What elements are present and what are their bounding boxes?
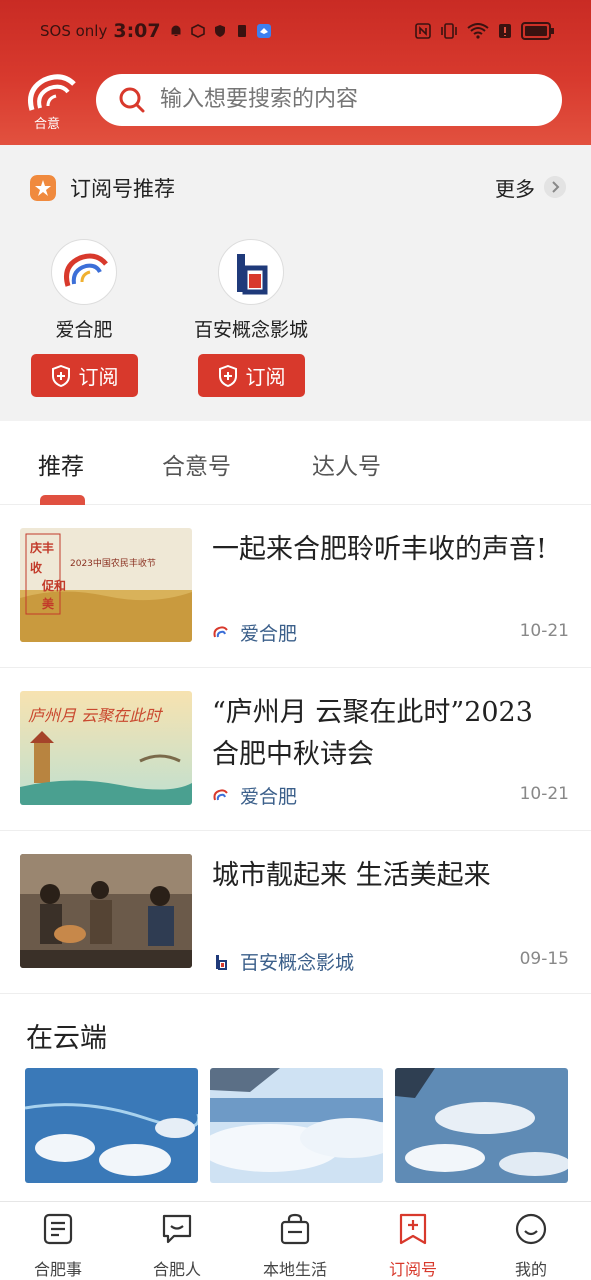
nav-local-life[interactable]: 本地生活 [245, 1212, 345, 1280]
subscribe-icon [399, 1213, 427, 1245]
logo-text: 合意 [34, 117, 61, 132]
mid-autumn-image: 庐州月 云聚在此时 [20, 691, 192, 805]
svg-text:庐州月 云聚在此时: 庐州月 云聚在此时 [28, 706, 163, 725]
nav-subscriptions[interactable]: 订阅号 [363, 1212, 463, 1280]
aihefei-small-icon [213, 625, 228, 637]
search-bar[interactable] [96, 74, 562, 126]
search-input[interactable] [160, 74, 540, 126]
account-avatar[interactable] [51, 239, 117, 305]
baian-logo-icon [237, 254, 268, 295]
aihefei-small-icon [213, 788, 228, 800]
article-item[interactable]: 庆丰 收 促和 美 2023中国农民丰收节 一起来合肥聆听丰收的声音! 爱合肥 … [0, 505, 591, 668]
source-name: 爱合肥 [240, 786, 298, 808]
source-name: 爱合肥 [240, 623, 298, 645]
account-name: 爱合肥 [55, 319, 113, 341]
feed: 推荐 合意号 达人号 庆丰 收 促和 美 2023中国农民丰收节 一起来合肥聆听… [0, 421, 591, 1201]
harvest-image: 庆丰 收 促和 美 2023中国农民丰收节 [20, 528, 192, 642]
recommend-title: 订阅号推荐 [70, 177, 175, 201]
nav-label: 合肥事 [33, 1260, 82, 1279]
tab-recommend[interactable]: 推荐 [38, 447, 84, 481]
chat-icon [162, 1214, 192, 1244]
baian-small-icon [216, 954, 227, 970]
article-title[interactable]: “庐州月 云聚在此时”2023合肥中秋诗会 [212, 692, 552, 776]
article-date: 10-21 [519, 621, 569, 641]
clock: 3:07 [113, 20, 161, 42]
shield-icon [214, 25, 225, 37]
news-icon [43, 1213, 73, 1245]
article-thumbnail[interactable] [20, 854, 192, 968]
nav-hefei-news[interactable]: 合肥事 [8, 1212, 108, 1280]
nav-mine[interactable]: 我的 [481, 1212, 581, 1280]
carrier-label: SOS only [40, 22, 108, 40]
sim-icon [237, 25, 246, 37]
tab-daren[interactable]: 达人号 [312, 447, 381, 481]
app-header: SOS only 3:07 合意 [0, 0, 591, 145]
svg-text:2023中国农民丰收节: 2023中国农民丰收节 [70, 557, 156, 569]
street-music-image [20, 854, 192, 968]
article-item[interactable]: 城市靓起来 生活美起来 百安概念影城 09-15 [0, 831, 591, 994]
aihefei-logo-icon [64, 253, 108, 287]
more-link[interactable]: 更多 [495, 173, 535, 202]
wifi-icon [467, 23, 489, 39]
article-thumbnail[interactable]: 庐州月 云聚在此时 [20, 691, 192, 805]
cloud-image[interactable] [210, 1068, 383, 1183]
svg-text:收: 收 [30, 560, 42, 575]
nfc-icon [415, 23, 431, 39]
svg-text:庆丰: 庆丰 [29, 540, 54, 555]
bell-icon [171, 25, 181, 36]
subscribe-button[interactable]: 订阅 [31, 354, 138, 397]
active-tab-indicator [40, 495, 85, 505]
svg-text:美: 美 [42, 596, 55, 611]
article-thumbnail[interactable]: 庆丰 收 促和 美 2023中国农民丰收节 [20, 528, 192, 642]
plus-shield-icon [218, 364, 237, 387]
article-source[interactable]: 爱合肥 [212, 619, 297, 646]
nav-label: 订阅号 [388, 1260, 437, 1279]
status-bar: SOS only 3:07 [0, 14, 591, 54]
bag-icon [280, 1213, 310, 1245]
aerial-photo [25, 1068, 198, 1183]
nav-label: 本地生活 [262, 1260, 327, 1279]
account-avatar[interactable] [218, 239, 284, 305]
nav-label: 合肥人 [152, 1260, 201, 1279]
package-icon [190, 24, 205, 38]
bird-app-icon [256, 24, 271, 38]
smile-icon [515, 1213, 547, 1245]
article-item[interactable]: 庐州月 云聚在此时 “庐州月 云聚在此时”2023合肥中秋诗会 爱合肥 10-2… [0, 668, 591, 831]
aerial-photo [210, 1068, 383, 1183]
alert-icon [499, 24, 511, 38]
bottom-nav: 合肥事 合肥人 本地生活 订阅号 我的 [0, 1201, 591, 1280]
star-badge-icon [30, 175, 56, 201]
nav-label: 我的 [514, 1260, 547, 1279]
tab-heyi[interactable]: 合意号 [162, 447, 231, 481]
article-title[interactable]: 城市靓起来 生活美起来 [212, 855, 552, 897]
account-card[interactable]: 百安概念影城 [181, 239, 321, 342]
subscribe-button[interactable]: 订阅 [198, 354, 305, 397]
article-date: 10-21 [519, 784, 569, 804]
tab-bar: 推荐 合意号 达人号 [0, 421, 591, 505]
svg-text:促和: 促和 [41, 578, 66, 593]
source-name: 百安概念影城 [240, 952, 355, 974]
cloud-image[interactable] [25, 1068, 198, 1183]
subscribe-label: 订阅 [245, 365, 286, 389]
article-source[interactable]: 百安概念影城 [212, 948, 354, 975]
cloud-image[interactable] [395, 1068, 568, 1183]
battery-icon [521, 22, 554, 40]
article-title[interactable]: 一起来合肥聆听丰收的声音! [212, 529, 552, 571]
section-title: 在云端 [26, 1023, 107, 1054]
plus-shield-icon [51, 364, 70, 387]
article-source[interactable]: 爱合肥 [212, 782, 297, 809]
vibrate-icon [441, 23, 457, 39]
subscribe-label: 订阅 [78, 365, 119, 389]
article-date: 09-15 [519, 949, 569, 969]
nav-hefei-people[interactable]: 合肥人 [127, 1212, 227, 1280]
chevron-right-icon[interactable] [544, 176, 566, 198]
account-card[interactable]: 爱合肥 [14, 239, 154, 342]
recommend-section: 订阅号推荐 更多 爱合肥 订阅 百安概念影城 订阅 [0, 145, 591, 421]
account-name: 百安概念影城 [193, 319, 308, 341]
aerial-photo [395, 1068, 568, 1183]
search-icon [119, 87, 145, 113]
